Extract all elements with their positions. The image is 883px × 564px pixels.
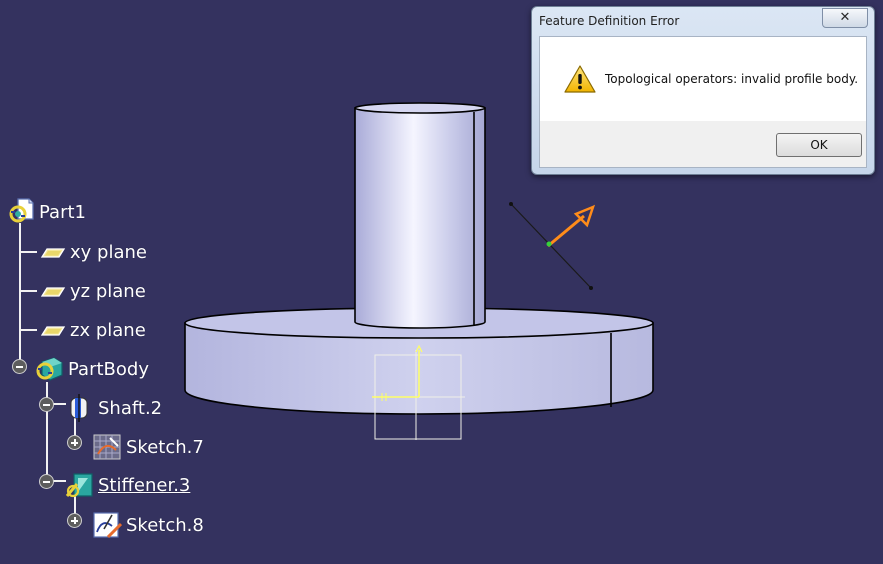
shaft-cylinder[interactable]	[354, 102, 486, 329]
tree-node-sketch-8[interactable]: Sketch.8	[92, 510, 204, 540]
tree-node-stiffener[interactable]: Stiffener.3	[64, 470, 190, 500]
tree-label: yz plane	[70, 280, 146, 302]
tree-label: zx plane	[70, 319, 146, 341]
collapse-icon[interactable]	[12, 359, 27, 374]
ok-button[interactable]: OK	[776, 133, 862, 157]
close-button[interactable]: ✕	[822, 8, 868, 28]
tree-node-partbody[interactable]: PartBody	[34, 354, 149, 384]
direction-arrow[interactable]	[509, 202, 596, 290]
sketch-icon	[93, 512, 122, 539]
shaft-icon	[70, 394, 88, 422]
plane-icon	[40, 248, 66, 258]
tree-node-zx-plane[interactable]: zx plane	[36, 315, 146, 345]
body-icon	[36, 357, 63, 381]
dialog-title: Feature Definition Error	[539, 14, 680, 28]
tree-node-part[interactable]: Part1	[5, 197, 86, 227]
stiffener-icon	[65, 473, 93, 498]
tree-label: Sketch.7	[126, 436, 204, 458]
tree-label: Shaft.2	[98, 397, 163, 419]
dialog-body: Topological operators: invalid profile b…	[539, 36, 867, 168]
part-icon	[9, 198, 34, 223]
tree-node-sketch-7[interactable]: Sketch.7	[92, 432, 204, 462]
collapse-icon[interactable]	[39, 397, 54, 412]
tree-label: xy plane	[70, 241, 147, 263]
plane-icon	[40, 287, 66, 297]
expand-icon[interactable]	[67, 435, 82, 450]
tree-label: Sketch.8	[126, 514, 204, 536]
tree-node-yz-plane[interactable]: yz plane	[36, 276, 146, 306]
feature-definition-error-dialog: Feature Definition Error ✕ Topological o…	[531, 6, 875, 175]
expand-icon[interactable]	[67, 513, 82, 528]
tree-label: Stiffener.3	[98, 474, 191, 496]
tree-label: Part1	[39, 201, 86, 223]
message-area: Topological operators: invalid profile b…	[540, 37, 866, 121]
collapse-icon[interactable]	[39, 474, 54, 489]
tree-node-shaft[interactable]: Shaft.2	[64, 393, 162, 423]
tree-label: PartBody	[68, 358, 149, 380]
tree-node-xy-plane[interactable]: xy plane	[36, 237, 147, 267]
plane-icon	[40, 326, 66, 336]
error-message: Topological operators: invalid profile b…	[605, 72, 859, 86]
close-icon: ✕	[839, 10, 851, 25]
warning-icon	[564, 65, 596, 93]
sketch-icon	[93, 434, 121, 460]
